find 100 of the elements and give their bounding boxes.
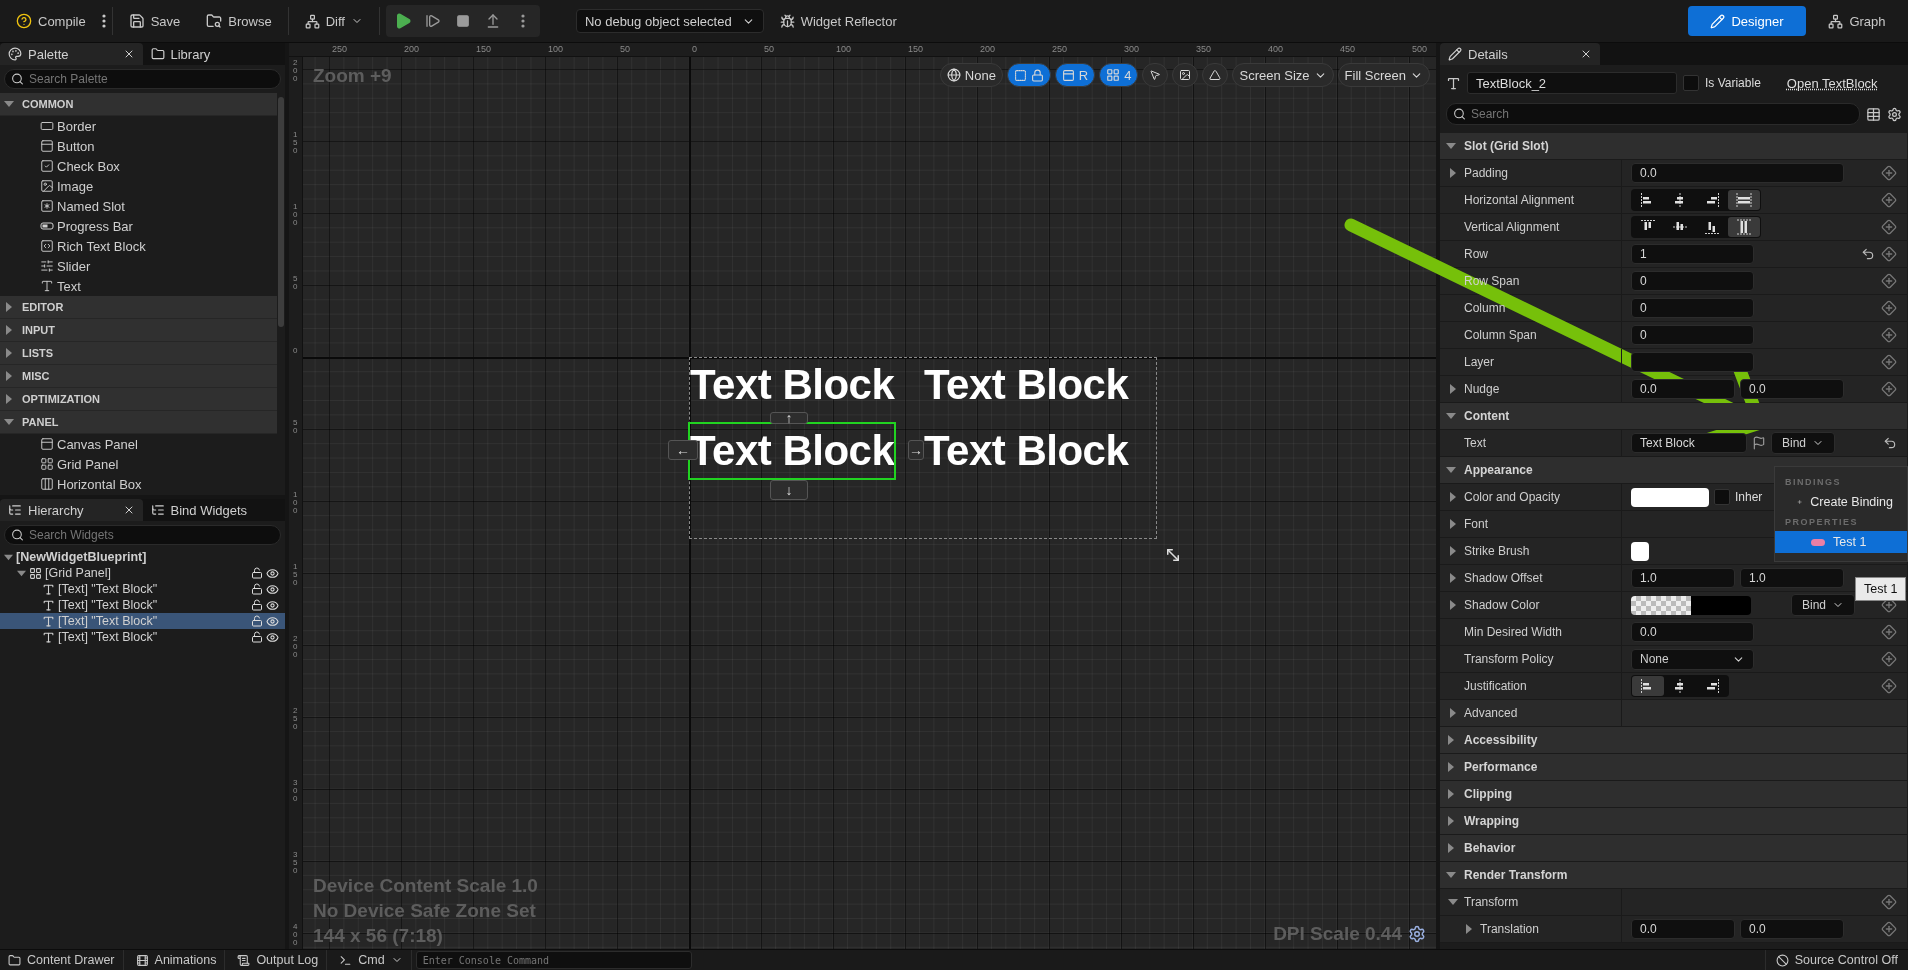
move-handle[interactable]: → bbox=[908, 440, 924, 460]
value-field[interactable]: 1 bbox=[1631, 244, 1754, 264]
expand-arrow-icon[interactable] bbox=[4, 302, 14, 312]
category-header[interactable]: COMMON bbox=[0, 93, 277, 116]
palette-item[interactable]: Horizontal Box bbox=[0, 474, 277, 494]
checkbox[interactable] bbox=[1714, 489, 1730, 505]
palette-item[interactable]: Check Box bbox=[0, 156, 277, 176]
expand-arrow-icon[interactable] bbox=[1448, 897, 1458, 907]
move-handle[interactable]: ↓ bbox=[770, 480, 808, 500]
section-header[interactable]: Content bbox=[1440, 403, 1908, 430]
source-control-button[interactable]: Source Control Off bbox=[1764, 949, 1908, 970]
tree-item[interactable]: [Text] "Text Block" bbox=[0, 597, 285, 613]
expand-arrow-icon[interactable] bbox=[4, 348, 14, 358]
panel-tab[interactable]: Library bbox=[142, 43, 285, 65]
menu-item[interactable]: Create Binding bbox=[1775, 491, 1907, 513]
section-header[interactable]: Accessibility bbox=[1440, 727, 1908, 754]
panel-tab[interactable]: Hierarchy bbox=[0, 499, 143, 521]
palette-item[interactable]: Border bbox=[0, 116, 277, 136]
bottom-tab[interactable]: Output Log bbox=[229, 949, 328, 970]
expand-arrow-icon[interactable] bbox=[1446, 411, 1456, 421]
panel-tab[interactable]: Palette bbox=[0, 43, 143, 65]
cmd-dropdown[interactable]: Cmd bbox=[331, 949, 412, 970]
search-field[interactable]: Search bbox=[1446, 103, 1860, 125]
expand-arrow-icon[interactable] bbox=[1448, 573, 1458, 583]
mirror-button[interactable] bbox=[1202, 63, 1229, 87]
palette-item[interactable]: Rich Text Block bbox=[0, 236, 277, 256]
expand-arrow-icon[interactable] bbox=[1446, 141, 1456, 151]
palette-item[interactable]: Slider bbox=[0, 256, 277, 276]
unlock-icon[interactable] bbox=[251, 599, 263, 611]
diff-button[interactable]: Diff bbox=[294, 6, 373, 36]
eye-icon[interactable] bbox=[266, 598, 279, 612]
value-field[interactable]: 0.0 bbox=[1740, 919, 1844, 939]
palette-item[interactable]: Text bbox=[0, 276, 277, 296]
value-field[interactable]: 0.0 bbox=[1631, 379, 1735, 399]
search-field[interactable]: Search Widgets bbox=[4, 525, 281, 545]
search-field[interactable]: Search Palette bbox=[4, 69, 281, 89]
mode-tab[interactable]: Graph bbox=[1812, 6, 1902, 36]
panel-tab[interactable]: Bind Widgets bbox=[142, 499, 285, 521]
more-icon[interactable] bbox=[101, 14, 106, 28]
console-input[interactable]: Enter Console Command bbox=[415, 951, 692, 969]
palette-item[interactable]: Grid Panel bbox=[0, 454, 277, 474]
value-field[interactable]: 0.0 bbox=[1631, 622, 1754, 642]
settings-icon[interactable] bbox=[1408, 925, 1426, 943]
value-field[interactable]: 0 bbox=[1631, 298, 1754, 318]
unlock-icon[interactable] bbox=[251, 631, 263, 643]
move-handle[interactable]: ↑ bbox=[770, 412, 808, 424]
scrollbar-thumb[interactable] bbox=[278, 97, 284, 327]
expand-arrow-icon[interactable] bbox=[4, 325, 14, 335]
dropdown[interactable]: Screen Size bbox=[1232, 63, 1334, 87]
palette-item[interactable]: Button bbox=[0, 136, 277, 156]
expand-arrow-icon[interactable] bbox=[1448, 492, 1458, 502]
tree-item[interactable]: [Grid Panel] bbox=[0, 565, 285, 581]
reset-icon[interactable] bbox=[1861, 247, 1876, 261]
settings-icon[interactable] bbox=[1887, 106, 1902, 122]
section-header[interactable]: Clipping bbox=[1440, 781, 1908, 808]
section-header[interactable]: Performance bbox=[1440, 754, 1908, 781]
name-field[interactable]: TextBlock_2 bbox=[1467, 72, 1677, 94]
section-header[interactable]: Slot (Grid Slot) bbox=[1440, 133, 1908, 160]
reset-icon[interactable] bbox=[1883, 436, 1898, 450]
palette-item[interactable]: Image bbox=[0, 176, 277, 196]
expand-arrow-icon[interactable] bbox=[4, 552, 13, 562]
move-handle[interactable]: ← bbox=[668, 440, 698, 460]
expand-arrow-icon[interactable] bbox=[1464, 924, 1474, 934]
category-header[interactable]: EDITOR bbox=[0, 296, 277, 319]
browse-button[interactable]: Browse bbox=[196, 6, 282, 36]
dropdown[interactable]: None bbox=[1631, 648, 1754, 670]
expand-arrow-icon[interactable] bbox=[1448, 708, 1458, 718]
table-view-icon[interactable] bbox=[1866, 106, 1881, 122]
menu-item[interactable]: Test 1 bbox=[1775, 531, 1907, 553]
tree-item[interactable]: [NewWidgetBlueprint] bbox=[0, 549, 285, 565]
expand-arrow-icon[interactable] bbox=[4, 99, 14, 109]
text-widget[interactable]: Text Block bbox=[924, 424, 1129, 478]
tree-item[interactable]: [Text] "Text Block" bbox=[0, 629, 285, 645]
eye-icon[interactable] bbox=[266, 630, 279, 644]
grid-snap-toggle[interactable]: 4 bbox=[1099, 63, 1139, 87]
open-textblock-link[interactable]: Open TextBlock bbox=[1786, 75, 1878, 91]
expand-arrow-icon[interactable] bbox=[1446, 843, 1456, 853]
palette-item[interactable]: Named Slot bbox=[0, 196, 277, 216]
eye-icon[interactable] bbox=[266, 614, 279, 628]
category-header[interactable]: MISC bbox=[0, 365, 277, 388]
alignment-button[interactable] bbox=[1632, 676, 1664, 696]
section-header[interactable]: Render Transform bbox=[1440, 862, 1908, 889]
value-field[interactable]: Text Block bbox=[1631, 433, 1747, 453]
expand-arrow-icon[interactable] bbox=[1448, 384, 1458, 394]
palette-item[interactable]: Canvas Panel bbox=[0, 434, 277, 454]
expand-arrow-icon[interactable] bbox=[4, 371, 14, 381]
color-swatch[interactable] bbox=[1631, 541, 1649, 561]
bind-button[interactable]: Bind bbox=[1791, 594, 1856, 616]
expand-arrow-icon[interactable] bbox=[1448, 168, 1458, 178]
value-field[interactable]: 0.0 bbox=[1631, 919, 1735, 939]
checkbox[interactable] bbox=[1683, 75, 1699, 91]
image-button[interactable] bbox=[1172, 63, 1199, 87]
expand-arrow-icon[interactable] bbox=[1448, 519, 1458, 529]
category-header[interactable]: LISTS bbox=[0, 342, 277, 365]
value-field[interactable]: 0 bbox=[1631, 271, 1754, 291]
panel-tab[interactable]: Details bbox=[1440, 43, 1600, 65]
expand-arrow-icon[interactable] bbox=[4, 394, 14, 404]
debug-object-dropdown[interactable]: No debug object selected bbox=[575, 9, 764, 33]
text-widget[interactable]: Text Block bbox=[924, 358, 1129, 412]
alignment-button[interactable] bbox=[1728, 190, 1760, 210]
